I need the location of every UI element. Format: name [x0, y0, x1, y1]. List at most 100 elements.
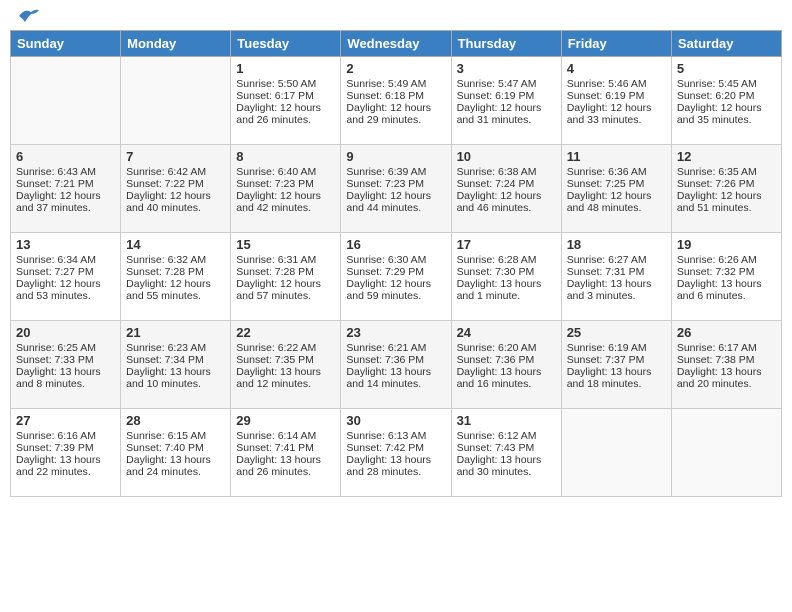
- calendar-cell: 27Sunrise: 6:16 AMSunset: 7:39 PMDayligh…: [11, 409, 121, 497]
- day-info-line: and 3 minutes.: [567, 290, 666, 302]
- day-info-line: and 10 minutes.: [126, 378, 225, 390]
- calendar-cell: 11Sunrise: 6:36 AMSunset: 7:25 PMDayligh…: [561, 145, 671, 233]
- day-info-line: and 16 minutes.: [457, 378, 556, 390]
- calendar-cell: 10Sunrise: 6:38 AMSunset: 7:24 PMDayligh…: [451, 145, 561, 233]
- day-info-line: Daylight: 12 hours: [457, 102, 556, 114]
- day-info-line: Daylight: 13 hours: [346, 454, 445, 466]
- logo-bird-icon: [17, 6, 39, 26]
- day-info-line: and 37 minutes.: [16, 202, 115, 214]
- day-number: 11: [567, 149, 666, 164]
- day-info-line: Daylight: 13 hours: [16, 454, 115, 466]
- day-number: 22: [236, 325, 335, 340]
- day-info-line: Daylight: 13 hours: [126, 454, 225, 466]
- day-info-line: and 48 minutes.: [567, 202, 666, 214]
- calendar: SundayMondayTuesdayWednesdayThursdayFrid…: [10, 30, 782, 497]
- day-info-line: and 8 minutes.: [16, 378, 115, 390]
- day-info-line: Daylight: 12 hours: [16, 190, 115, 202]
- day-number: 26: [677, 325, 776, 340]
- day-info-line: Sunset: 7:32 PM: [677, 266, 776, 278]
- day-number: 14: [126, 237, 225, 252]
- calendar-cell: 13Sunrise: 6:34 AMSunset: 7:27 PMDayligh…: [11, 233, 121, 321]
- day-info-line: Sunrise: 6:21 AM: [346, 342, 445, 354]
- calendar-cell: 1Sunrise: 5:50 AMSunset: 6:17 PMDaylight…: [231, 57, 341, 145]
- day-info-line: Sunset: 6:18 PM: [346, 90, 445, 102]
- calendar-cell: [121, 57, 231, 145]
- day-info-line: Daylight: 12 hours: [126, 278, 225, 290]
- calendar-cell: 14Sunrise: 6:32 AMSunset: 7:28 PMDayligh…: [121, 233, 231, 321]
- calendar-cell: [561, 409, 671, 497]
- calendar-cell: 17Sunrise: 6:28 AMSunset: 7:30 PMDayligh…: [451, 233, 561, 321]
- day-info-line: and 33 minutes.: [567, 114, 666, 126]
- day-info-line: and 30 minutes.: [457, 466, 556, 478]
- weekday-header-thursday: Thursday: [451, 31, 561, 57]
- day-number: 10: [457, 149, 556, 164]
- day-info-line: Daylight: 12 hours: [346, 190, 445, 202]
- day-info-line: Daylight: 13 hours: [236, 454, 335, 466]
- day-number: 7: [126, 149, 225, 164]
- day-info-line: Sunset: 7:26 PM: [677, 178, 776, 190]
- day-info-line: Daylight: 13 hours: [567, 278, 666, 290]
- day-info-line: Sunset: 7:38 PM: [677, 354, 776, 366]
- calendar-cell: 8Sunrise: 6:40 AMSunset: 7:23 PMDaylight…: [231, 145, 341, 233]
- calendar-cell: 4Sunrise: 5:46 AMSunset: 6:19 PMDaylight…: [561, 57, 671, 145]
- day-number: 5: [677, 61, 776, 76]
- day-info-line: Daylight: 12 hours: [567, 102, 666, 114]
- day-info-line: Sunset: 7:33 PM: [16, 354, 115, 366]
- day-info-line: and 46 minutes.: [457, 202, 556, 214]
- day-info-line: and 35 minutes.: [677, 114, 776, 126]
- day-info-line: and 51 minutes.: [677, 202, 776, 214]
- calendar-cell: 24Sunrise: 6:20 AMSunset: 7:36 PMDayligh…: [451, 321, 561, 409]
- day-info-line: Sunset: 7:36 PM: [457, 354, 556, 366]
- day-number: 16: [346, 237, 445, 252]
- weekday-header-wednesday: Wednesday: [341, 31, 451, 57]
- day-info-line: Sunrise: 6:19 AM: [567, 342, 666, 354]
- day-info-line: Sunrise: 5:50 AM: [236, 78, 335, 90]
- day-info-line: and 22 minutes.: [16, 466, 115, 478]
- day-info-line: Sunrise: 6:26 AM: [677, 254, 776, 266]
- day-info-line: and 31 minutes.: [457, 114, 556, 126]
- day-info-line: Sunrise: 5:45 AM: [677, 78, 776, 90]
- day-number: 23: [346, 325, 445, 340]
- weekday-header-sunday: Sunday: [11, 31, 121, 57]
- calendar-cell: 2Sunrise: 5:49 AMSunset: 6:18 PMDaylight…: [341, 57, 451, 145]
- day-info-line: Sunrise: 6:23 AM: [126, 342, 225, 354]
- day-info-line: Sunrise: 6:22 AM: [236, 342, 335, 354]
- day-number: 9: [346, 149, 445, 164]
- day-info-line: Sunrise: 6:31 AM: [236, 254, 335, 266]
- calendar-cell: 16Sunrise: 6:30 AMSunset: 7:29 PMDayligh…: [341, 233, 451, 321]
- day-info-line: Daylight: 12 hours: [677, 102, 776, 114]
- day-number: 17: [457, 237, 556, 252]
- day-info-line: Daylight: 12 hours: [567, 190, 666, 202]
- day-info-line: Daylight: 13 hours: [16, 366, 115, 378]
- day-info-line: and 18 minutes.: [567, 378, 666, 390]
- day-number: 4: [567, 61, 666, 76]
- day-info-line: and 14 minutes.: [346, 378, 445, 390]
- day-info-line: and 12 minutes.: [236, 378, 335, 390]
- day-number: 28: [126, 413, 225, 428]
- day-info-line: Sunset: 7:28 PM: [236, 266, 335, 278]
- day-number: 24: [457, 325, 556, 340]
- day-info-line: Daylight: 13 hours: [567, 366, 666, 378]
- day-info-line: and 29 minutes.: [346, 114, 445, 126]
- day-info-line: Sunset: 7:40 PM: [126, 442, 225, 454]
- day-info-line: and 40 minutes.: [126, 202, 225, 214]
- day-info-line: Sunrise: 6:12 AM: [457, 430, 556, 442]
- day-number: 20: [16, 325, 115, 340]
- day-info-line: Daylight: 12 hours: [236, 102, 335, 114]
- calendar-cell: 26Sunrise: 6:17 AMSunset: 7:38 PMDayligh…: [671, 321, 781, 409]
- day-info-line: Sunrise: 6:39 AM: [346, 166, 445, 178]
- day-info-line: Sunrise: 6:34 AM: [16, 254, 115, 266]
- calendar-cell: 9Sunrise: 6:39 AMSunset: 7:23 PMDaylight…: [341, 145, 451, 233]
- day-info-line: Sunrise: 6:16 AM: [16, 430, 115, 442]
- calendar-cell: 7Sunrise: 6:42 AMSunset: 7:22 PMDaylight…: [121, 145, 231, 233]
- calendar-cell: 31Sunrise: 6:12 AMSunset: 7:43 PMDayligh…: [451, 409, 561, 497]
- day-info-line: and 1 minute.: [457, 290, 556, 302]
- day-info-line: Sunset: 7:35 PM: [236, 354, 335, 366]
- weekday-header-tuesday: Tuesday: [231, 31, 341, 57]
- day-info-line: Sunrise: 6:36 AM: [567, 166, 666, 178]
- day-info-line: Sunrise: 6:38 AM: [457, 166, 556, 178]
- day-info-line: Daylight: 12 hours: [346, 102, 445, 114]
- calendar-cell: 18Sunrise: 6:27 AMSunset: 7:31 PMDayligh…: [561, 233, 671, 321]
- calendar-cell: 21Sunrise: 6:23 AMSunset: 7:34 PMDayligh…: [121, 321, 231, 409]
- day-info-line: and 44 minutes.: [346, 202, 445, 214]
